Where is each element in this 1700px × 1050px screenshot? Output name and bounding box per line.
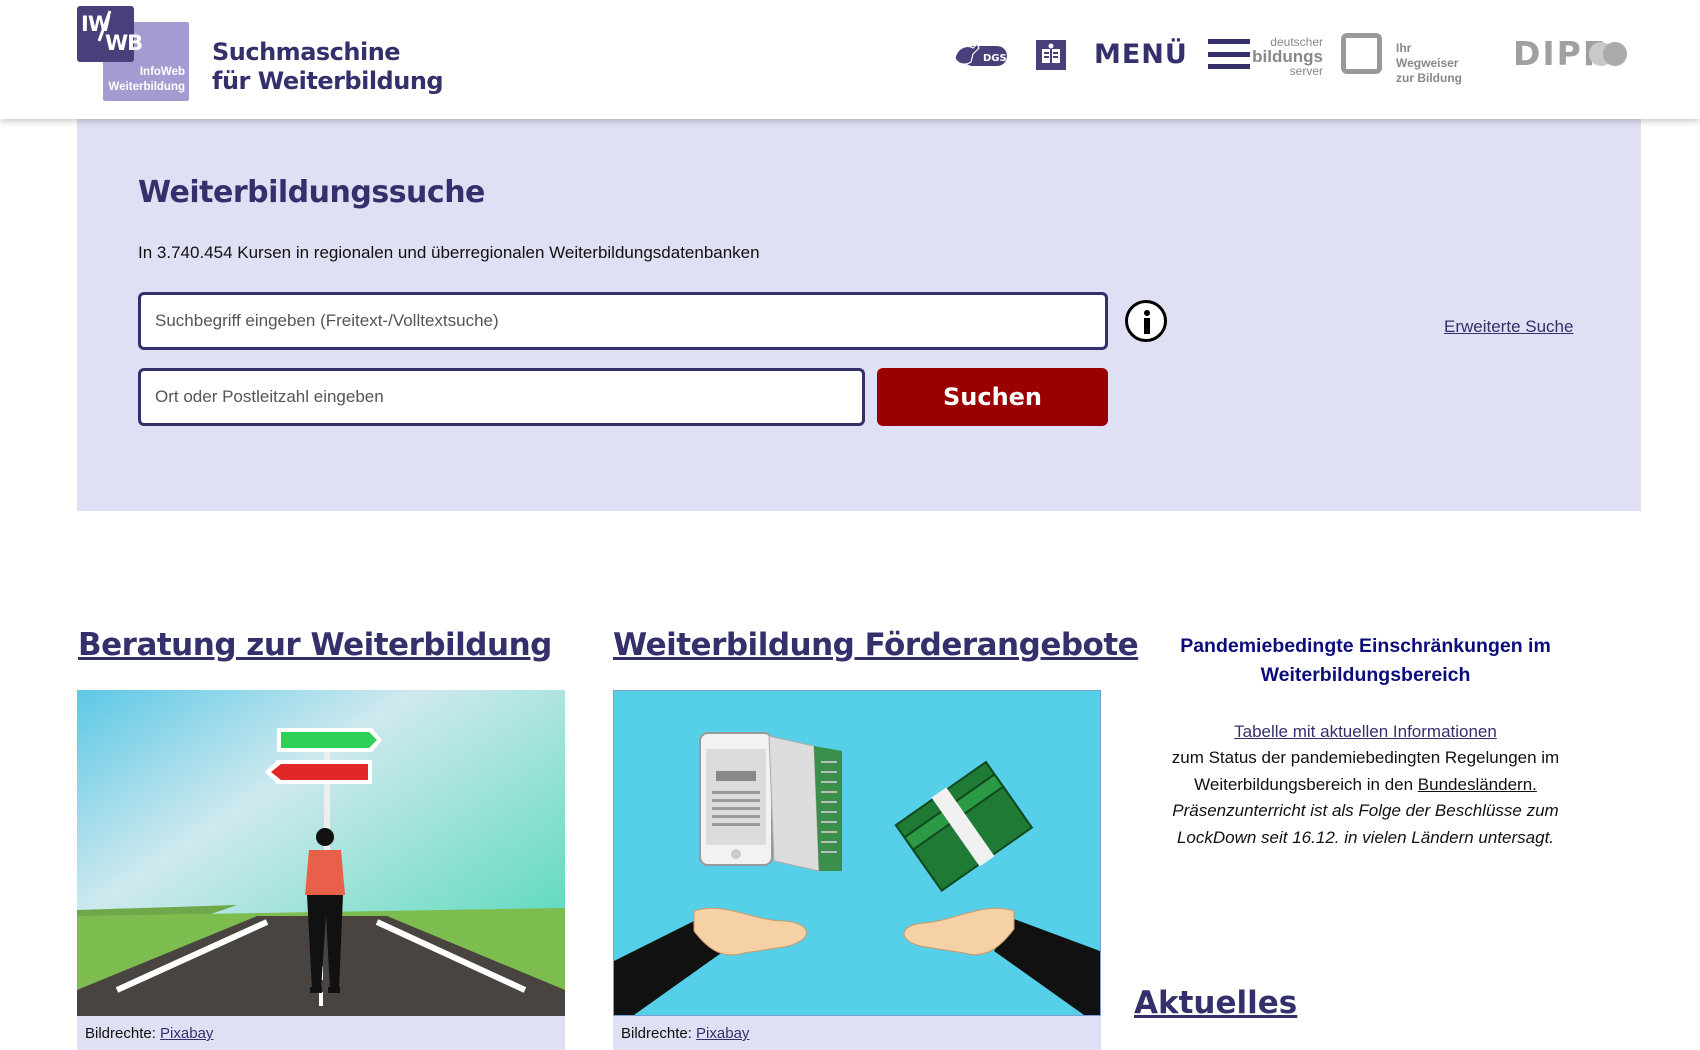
- dipf-logo[interactable]: DIPF: [1513, 36, 1628, 72]
- sign-language-icon[interactable]: DGS: [953, 40, 1009, 70]
- pandemic-table-link[interactable]: Tabelle mit aktuellen Informationen: [1138, 718, 1593, 745]
- search-input[interactable]: [138, 292, 1108, 350]
- advanced-search-link[interactable]: Erweiterte Suche: [1444, 317, 1573, 337]
- pandemic-text: zum Status der pandemiebedingten Regelun…: [1171, 748, 1560, 794]
- hamburger-icon: [1207, 39, 1250, 69]
- site-title[interactable]: Suchmaschine für Weiterbildung: [212, 38, 444, 96]
- bundeslaender-link[interactable]: Bundesländern.: [1418, 775, 1537, 794]
- menu-button[interactable]: MENÜ: [1094, 34, 1250, 74]
- logo-subtext: InfoWeb Weiterbildung: [108, 66, 185, 93]
- menu-label: MENÜ: [1094, 38, 1188, 70]
- dgs-label: DGS: [983, 53, 1007, 64]
- search-panel: Weiterbildungssuche In 3.740.454 Kursen …: [77, 119, 1641, 511]
- logo-front-square: IW WB: [77, 6, 143, 62]
- iwwb-logo[interactable]: InfoWeb Weiterbildung IW WB: [77, 6, 189, 101]
- search-button[interactable]: Suchen: [877, 368, 1108, 426]
- pandemic-title: Pandemiebedingte Einschränkungen im Weit…: [1180, 635, 1551, 686]
- location-input[interactable]: [138, 368, 865, 426]
- info-icon[interactable]: [1125, 300, 1167, 342]
- bildungsserver-square-icon: [1341, 33, 1382, 74]
- foerder-heading-link[interactable]: Weiterbildung Förderangebote: [613, 627, 1139, 663]
- site-header: InfoWeb Weiterbildung IW WB Suchmaschine…: [0, 0, 1700, 119]
- search-title: Weiterbildungssuche: [138, 175, 485, 210]
- crossroads-image[interactable]: [77, 690, 565, 1016]
- pixabay-link[interactable]: Pixabay: [160, 1025, 213, 1042]
- funding-image[interactable]: [613, 690, 1101, 1016]
- pandemic-note: Präsenzunterricht ist als Folge der Besc…: [1172, 801, 1559, 847]
- search-subtitle: In 3.740.454 Kursen in regionalen und üb…: [138, 243, 760, 262]
- aktuelles-heading-link[interactable]: Aktuelles: [1134, 985, 1297, 1021]
- image-caption: Bildrechte: Pixabay: [613, 1016, 1101, 1050]
- pixabay-link[interactable]: Pixabay: [696, 1025, 749, 1042]
- beratung-heading-link[interactable]: Beratung zur Weiterbildung: [78, 627, 552, 663]
- image-caption: Bildrechte: Pixabay: [77, 1016, 565, 1050]
- bildungsserver-logo[interactable]: deutscher bildungs server Ihr Wegweiser …: [1252, 32, 1476, 85]
- easy-language-icon[interactable]: [1036, 40, 1066, 70]
